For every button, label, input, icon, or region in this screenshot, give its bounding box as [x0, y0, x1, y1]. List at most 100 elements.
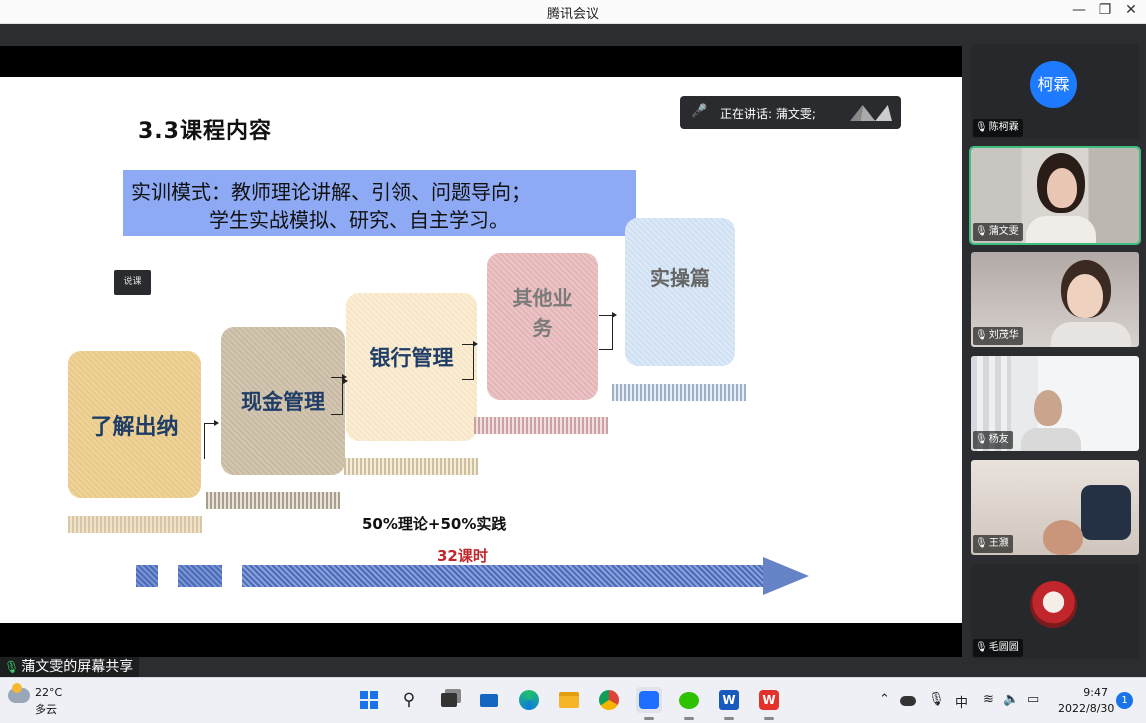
avatar: 柯霖 — [1030, 61, 1077, 108]
chrome-icon[interactable] — [596, 687, 622, 713]
slide-title: 3.3课程内容 — [138, 119, 272, 144]
participant-name-text: 毛圆圆 — [988, 642, 1019, 653]
video-person-body — [1026, 216, 1096, 243]
wechat-icon[interactable] — [676, 687, 702, 720]
clock-time: 9:47 — [1083, 686, 1108, 699]
card-understand-cashier: 了解出纳 — [68, 351, 201, 498]
word-icon[interactable]: W — [716, 687, 742, 720]
card-other-business: 其他业务 — [487, 253, 598, 400]
video-person-body — [1051, 322, 1131, 347]
start-button[interactable] — [356, 687, 382, 713]
window-titlebar: 腾讯会议 — ❐ ✕ — [0, 0, 1146, 24]
letterbox-bottom — [0, 623, 962, 657]
share-toolbar-strip — [0, 24, 962, 46]
participant-tile[interactable]: 🎙刘茂华 — [971, 252, 1139, 347]
weather-condition[interactable]: 多云 — [35, 701, 57, 717]
close-button[interactable]: ✕ — [1120, 2, 1142, 18]
training-mode-box: 实训模式：教师理论讲解、引领、问题导向； 学生实战模拟、研究、自主学习。 — [123, 170, 636, 236]
participant-name: 🎙杨友 — [973, 431, 1013, 449]
participant-name-text: 陈柯霖 — [988, 122, 1019, 133]
mic-muted-icon: 🎙 — [975, 434, 988, 445]
clock-date: 2022/8/30 — [1058, 702, 1115, 715]
arrow-block — [178, 565, 222, 587]
speaking-label: 正在讲话: 蒲文雯; — [720, 107, 816, 121]
presentation-slide: 3.3课程内容 实训模式：教师理论讲解、引领、问题导向； 学生实战模拟、研究、自… — [0, 77, 962, 623]
ime-indicator[interactable]: 中 — [955, 692, 968, 711]
speaking-indicator: 🎤 正在讲话: 蒲文雯; — [680, 96, 901, 129]
weather-cloud-icon[interactable] — [8, 683, 30, 703]
ratio-label: 50%理论+50%实践 — [362, 515, 507, 533]
video-person-body — [1021, 428, 1081, 451]
participant-tile[interactable]: 🎙王灏 — [971, 460, 1139, 555]
card-bank-management: 银行管理 — [346, 293, 477, 441]
chevron-up-icon[interactable]: ⌃ — [879, 692, 890, 707]
taskbar: 22°C 多云 ⚲ W W ⌃ 🎙 中 ≋ 🔈 ▭ 9:47 2022/8/30… — [0, 677, 1146, 723]
window-title: 腾讯会议 — [546, 7, 599, 22]
connector-arrow — [331, 374, 347, 415]
arrow-block — [136, 565, 158, 587]
participant-name: 🎙毛圆圆 — [973, 639, 1023, 657]
mic-icon: 🎙 — [4, 660, 20, 674]
tencent-meeting-icon[interactable] — [636, 687, 662, 720]
mic-muted-icon: 🎙 — [975, 538, 988, 549]
card-other-business-label: 其他业务 — [512, 285, 573, 340]
screen-share-label-text: 蒲文雯的屏幕共享 — [21, 659, 134, 675]
notification-badge[interactable]: 1 — [1116, 692, 1133, 709]
participant-tile[interactable]: 🎙杨友 — [971, 356, 1139, 451]
participant-tile[interactable]: 🎙毛圆圆 — [971, 564, 1139, 659]
participant-name: 🎙刘茂华 — [973, 327, 1023, 345]
card-practice: 实操篇 — [625, 218, 735, 366]
weather-temperature[interactable]: 22°C — [35, 686, 62, 699]
arrow-body — [242, 565, 766, 587]
card-shadow — [474, 417, 608, 434]
connector-arrow — [462, 341, 478, 380]
onedrive-icon[interactable] — [900, 696, 916, 706]
training-mode-line-2: 学生实战模拟、研究、自主学习。 — [209, 208, 509, 232]
card-shadow — [68, 516, 202, 533]
minimize-button[interactable]: — — [1068, 2, 1090, 18]
mic-muted-icon: 🎙 — [975, 642, 988, 653]
mic-icon: 🎙 — [975, 226, 988, 237]
mic-muted-icon: 🎙 — [975, 122, 988, 133]
mic-muted-icon: 🎙 — [975, 330, 988, 341]
participant-tile[interactable]: 柯霖 🎙陈柯霖 — [971, 44, 1139, 139]
training-mode-line-1: 实训模式：教师理论讲解、引领、问题导向； — [131, 180, 531, 204]
battery-icon[interactable]: ▭ — [1027, 692, 1039, 707]
video-person-face — [1047, 168, 1077, 208]
wifi-icon[interactable]: ≋ — [983, 692, 994, 707]
tooltip: 说课 — [114, 270, 151, 295]
participant-name: 🎙蒲文雯 — [973, 223, 1023, 241]
video-person-face — [1034, 390, 1062, 426]
participant-name-text: 刘茂华 — [988, 330, 1019, 341]
avatar — [1030, 581, 1077, 628]
connector-arrow — [204, 420, 219, 459]
edge-browser-icon[interactable] — [516, 687, 542, 713]
letterbox-top — [0, 46, 962, 77]
task-view-icon[interactable] — [436, 687, 462, 713]
windows-logo-icon — [360, 691, 378, 709]
card-shadow — [206, 492, 340, 509]
video-object — [1081, 485, 1131, 540]
screen-share-label: 🎙 蒲文雯的屏幕共享 — [0, 657, 140, 677]
restore-button[interactable]: ❐ — [1094, 2, 1116, 18]
system-clock[interactable]: 9:47 2022/8/30 — [1058, 685, 1115, 717]
card-shadow — [612, 384, 746, 401]
connector-arrow — [599, 312, 617, 350]
timeline-arrow — [0, 557, 820, 597]
search-icon[interactable]: ⚲ — [396, 687, 422, 713]
file-explorer-icon[interactable] — [556, 687, 582, 713]
wps-icon[interactable]: W — [756, 687, 782, 720]
mail-icon[interactable] — [476, 687, 502, 713]
participant-name-text: 王灏 — [988, 538, 1009, 549]
card-shadow — [344, 458, 478, 475]
microphone-icon[interactable]: 🎙 — [928, 692, 945, 707]
card-cash-management: 现金管理 — [221, 327, 345, 475]
participant-name: 🎙陈柯霖 — [973, 119, 1023, 137]
video-person-face — [1067, 274, 1103, 318]
speaker-wave-icon — [850, 105, 892, 121]
participant-name-text: 杨友 — [988, 434, 1009, 445]
mic-muted-icon: 🎤 — [691, 104, 708, 119]
participant-tile-active[interactable]: 🎙蒲文雯 — [969, 146, 1141, 245]
volume-icon[interactable]: 🔈 — [1003, 692, 1019, 707]
arrow-head — [763, 557, 809, 595]
